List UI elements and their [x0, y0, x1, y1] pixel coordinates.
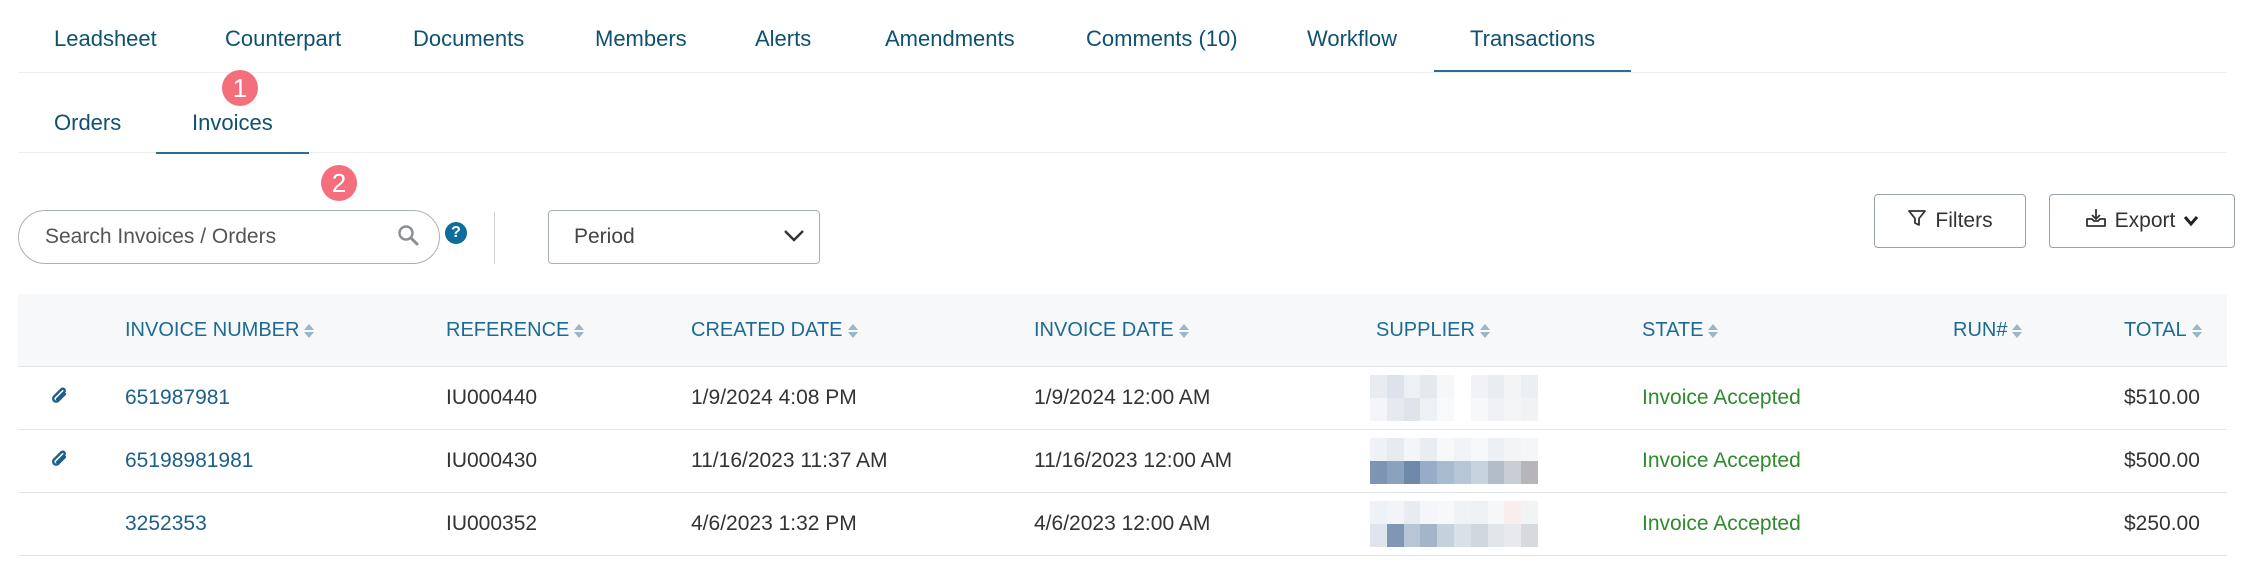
- help-icon[interactable]: ?: [445, 222, 467, 244]
- sort-icon: [2191, 321, 2203, 341]
- sort-icon: [1178, 321, 1190, 341]
- tab-comments[interactable]: Comments (10): [1086, 26, 1238, 52]
- table-body: 651987981 IU000440 1/9/2024 4:08 PM 1/9/202…: [18, 367, 2227, 556]
- table-row: 651987981 IU000440 1/9/2024 4:08 PM 1/9/202…: [18, 367, 2227, 430]
- supplier-redacted: [1370, 375, 1538, 421]
- table-header: INVOICE NUMBER REFERENCE CREATED DATE IN…: [18, 294, 2227, 367]
- created-date-cell: 1/9/2024 4:08 PM: [691, 386, 857, 409]
- tab-transactions[interactable]: Transactions: [1433, 26, 1632, 72]
- column-created-date[interactable]: CREATED DATE: [691, 319, 859, 342]
- tab-counterpart[interactable]: Counterpart: [225, 26, 341, 52]
- column-label: TOTAL: [2124, 319, 2187, 341]
- main-tabs: Leadsheet Counterpart Documents Members …: [18, 0, 2227, 73]
- filter-icon: [1907, 208, 1927, 234]
- filters-label: Filters: [1935, 209, 1993, 232]
- tab-leadsheet[interactable]: Leadsheet: [54, 26, 157, 52]
- column-total[interactable]: TOTAL: [2124, 319, 2203, 342]
- subtab-orders[interactable]: Orders: [54, 110, 121, 136]
- table-row: 65198981981 IU000430 11/16/2023 11:37 AM 11…: [18, 430, 2227, 493]
- column-label: REFERENCE: [446, 319, 570, 341]
- state-cell: Invoice Accepted: [1642, 386, 1801, 409]
- download-icon: [2085, 208, 2107, 234]
- column-label: INVOICE NUMBER: [125, 319, 300, 341]
- column-invoice-date[interactable]: INVOICE DATE: [1034, 319, 1190, 342]
- paperclip-icon[interactable]: [50, 386, 70, 413]
- search-input[interactable]: [43, 224, 397, 250]
- period-select[interactable]: Period: [548, 210, 820, 264]
- chevron-down-icon: [783, 225, 805, 249]
- sub-tabs: Orders Invoices: [18, 72, 2227, 154]
- step-badge-1: 1: [222, 70, 258, 106]
- invoice-number-link[interactable]: 65198981981: [125, 449, 253, 473]
- column-state[interactable]: STATE: [1642, 319, 1719, 342]
- toolbar-divider: [494, 212, 495, 264]
- state-cell: Invoice Accepted: [1642, 449, 1801, 472]
- reference-cell: IU000352: [446, 512, 538, 535]
- invoices-page: Leadsheet Counterpart Documents Members …: [0, 0, 2261, 563]
- search-icon[interactable]: [397, 224, 419, 251]
- column-label: SUPPLIER: [1376, 319, 1475, 341]
- step-badge-2: 2: [321, 165, 357, 201]
- column-label: STATE: [1642, 319, 1704, 341]
- sort-icon: [847, 321, 859, 341]
- tab-documents[interactable]: Documents: [413, 26, 524, 52]
- period-label: Period: [574, 225, 635, 248]
- reference-cell: IU000430: [446, 449, 538, 472]
- invoice-number-link[interactable]: 651987981: [125, 386, 230, 410]
- sort-icon: [573, 321, 585, 341]
- sort-icon: [303, 321, 315, 341]
- reference-cell: IU000440: [446, 386, 538, 409]
- column-label: RUN#: [1953, 319, 2008, 341]
- supplier-redacted: [1370, 438, 1538, 484]
- table-row: 3252353 IU000352 4/6/2023 1:32 PM 4/6/2023 …: [18, 493, 2227, 556]
- created-date-cell: 11/16/2023 11:37 AM: [691, 449, 888, 472]
- sort-icon: [2011, 321, 2023, 341]
- total-cell: $510.00: [2124, 386, 2200, 409]
- export-button[interactable]: Export: [2049, 194, 2235, 248]
- invoice-date-cell: 11/16/2023 12:00 AM: [1034, 449, 1233, 472]
- column-supplier[interactable]: SUPPLIER: [1376, 319, 1491, 342]
- export-label: Export: [2114, 209, 2176, 232]
- invoices-table: INVOICE NUMBER REFERENCE CREATED DATE IN…: [18, 294, 2227, 556]
- total-cell: $500.00: [2124, 449, 2200, 472]
- tab-workflow[interactable]: Workflow: [1307, 26, 1397, 52]
- filters-button[interactable]: Filters: [1874, 194, 2026, 248]
- tab-members[interactable]: Members: [595, 26, 687, 52]
- invoice-date-cell: 1/9/2024 12:00 AM: [1034, 386, 1211, 409]
- sort-icon: [1707, 321, 1719, 341]
- column-reference[interactable]: REFERENCE: [446, 319, 585, 342]
- tab-amendments[interactable]: Amendments: [885, 26, 1015, 52]
- created-date-cell: 4/6/2023 1:32 PM: [691, 512, 857, 535]
- column-label: INVOICE DATE: [1034, 319, 1174, 341]
- invoice-number-link[interactable]: 3252353: [125, 512, 207, 536]
- total-cell: $250.00: [2124, 512, 2200, 535]
- chevron-down-icon: [2183, 209, 2199, 233]
- supplier-redacted: [1370, 501, 1538, 547]
- column-run[interactable]: RUN#: [1953, 319, 2023, 342]
- column-invoice-number[interactable]: INVOICE NUMBER: [125, 319, 315, 342]
- sort-icon: [1479, 321, 1491, 341]
- paperclip-icon[interactable]: [50, 449, 70, 476]
- search-box: [18, 210, 440, 264]
- tab-alerts[interactable]: Alerts: [755, 26, 811, 52]
- subtab-invoices[interactable]: Invoices: [156, 110, 309, 154]
- invoice-date-cell: 4/6/2023 12:00 AM: [1034, 512, 1211, 535]
- column-label: CREATED DATE: [691, 319, 843, 341]
- state-cell: Invoice Accepted: [1642, 512, 1801, 535]
